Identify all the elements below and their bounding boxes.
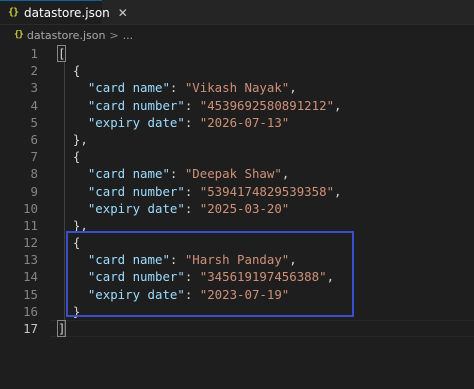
colon: :: [184, 114, 200, 130]
line-number: 13: [23, 252, 38, 268]
json-key: "card number": [87, 97, 185, 113]
tab-title: datastore.json: [24, 5, 110, 20]
tab-bar: {} datastore.json ✕: [0, 0, 474, 25]
code-line: 3 "card name": "Vikash Nayak",: [0, 79, 474, 96]
code-line: 6 },: [0, 131, 474, 148]
json-string: "5394174829539358": [199, 183, 335, 199]
code-line: 17]: [0, 320, 474, 337]
colon: :: [169, 80, 185, 96]
code-line: 7 {: [0, 148, 474, 165]
code-line: 9 "card number": "5394174829539358",: [0, 183, 474, 200]
line-number: 6: [30, 131, 38, 147]
line-number: 3: [30, 80, 38, 96]
code-line: 2 {: [0, 62, 474, 79]
line-number: 2: [30, 63, 38, 79]
breadcrumb: {} datastore.json > ...: [0, 25, 474, 45]
colon: :: [169, 166, 185, 182]
close-icon[interactable]: ✕: [118, 6, 128, 20]
line-number: 4: [30, 97, 38, 113]
code-line: 8 "card name": "Deepak Shaw",: [0, 165, 474, 182]
colon: :: [184, 97, 200, 113]
line-number: 17: [23, 321, 38, 336]
colon: :: [184, 183, 200, 199]
json-key: "expiry date": [87, 114, 185, 130]
line-number: 7: [30, 149, 38, 165]
comma: ,: [281, 166, 290, 182]
breadcrumb-more[interactable]: ...: [123, 29, 134, 42]
line-number: 8: [30, 166, 38, 182]
comma: ,: [334, 183, 342, 199]
code-line: 1[: [0, 45, 474, 62]
brace-open: {: [72, 63, 81, 79]
comma: ,: [334, 97, 342, 113]
line-number: 11: [23, 217, 38, 233]
json-string: "4539692580891212": [199, 97, 335, 113]
bracket-open-array: [: [56, 45, 67, 62]
breadcrumb-file[interactable]: datastore.json: [27, 29, 106, 42]
json-string: "Deepak Shaw": [184, 166, 282, 182]
brace-open: {: [72, 149, 81, 165]
json-key: "card name": [87, 166, 170, 182]
line-number: 1: [30, 46, 38, 61]
code-line: 5 "expiry date": "2026-07-13": [0, 114, 474, 131]
json-key: "card number": [87, 183, 185, 199]
bracket-close-array: ]: [56, 320, 67, 337]
line-number: 5: [30, 114, 38, 130]
line-number: 15: [23, 286, 38, 302]
line-number: 9: [30, 183, 38, 199]
code-line: 4 "card number": "4539692580891212",: [0, 97, 474, 114]
line-number: 10: [23, 200, 38, 216]
colon: :: [184, 200, 200, 216]
breadcrumb-separator: >: [109, 28, 119, 42]
line-number: 16: [23, 303, 38, 319]
json-file-icon: {}: [14, 30, 24, 40]
brace-close: },: [72, 131, 88, 147]
comma: ,: [289, 80, 297, 96]
code-line: 10 "expiry date": "2025-03-20": [0, 200, 474, 217]
json-key: "card name": [87, 80, 170, 96]
json-string: "2026-07-13": [199, 114, 290, 130]
highlight-annotation-box: [66, 231, 354, 317]
json-string: "Vikash Nayak": [184, 80, 290, 96]
line-number: 12: [23, 235, 38, 251]
tab-datastore-json[interactable]: {} datastore.json ✕: [0, 0, 128, 24]
line-number: 14: [23, 269, 38, 285]
json-string: "2025-03-20": [199, 200, 290, 216]
json-key: "expiry date": [87, 200, 185, 216]
json-file-icon: {}: [8, 7, 19, 18]
